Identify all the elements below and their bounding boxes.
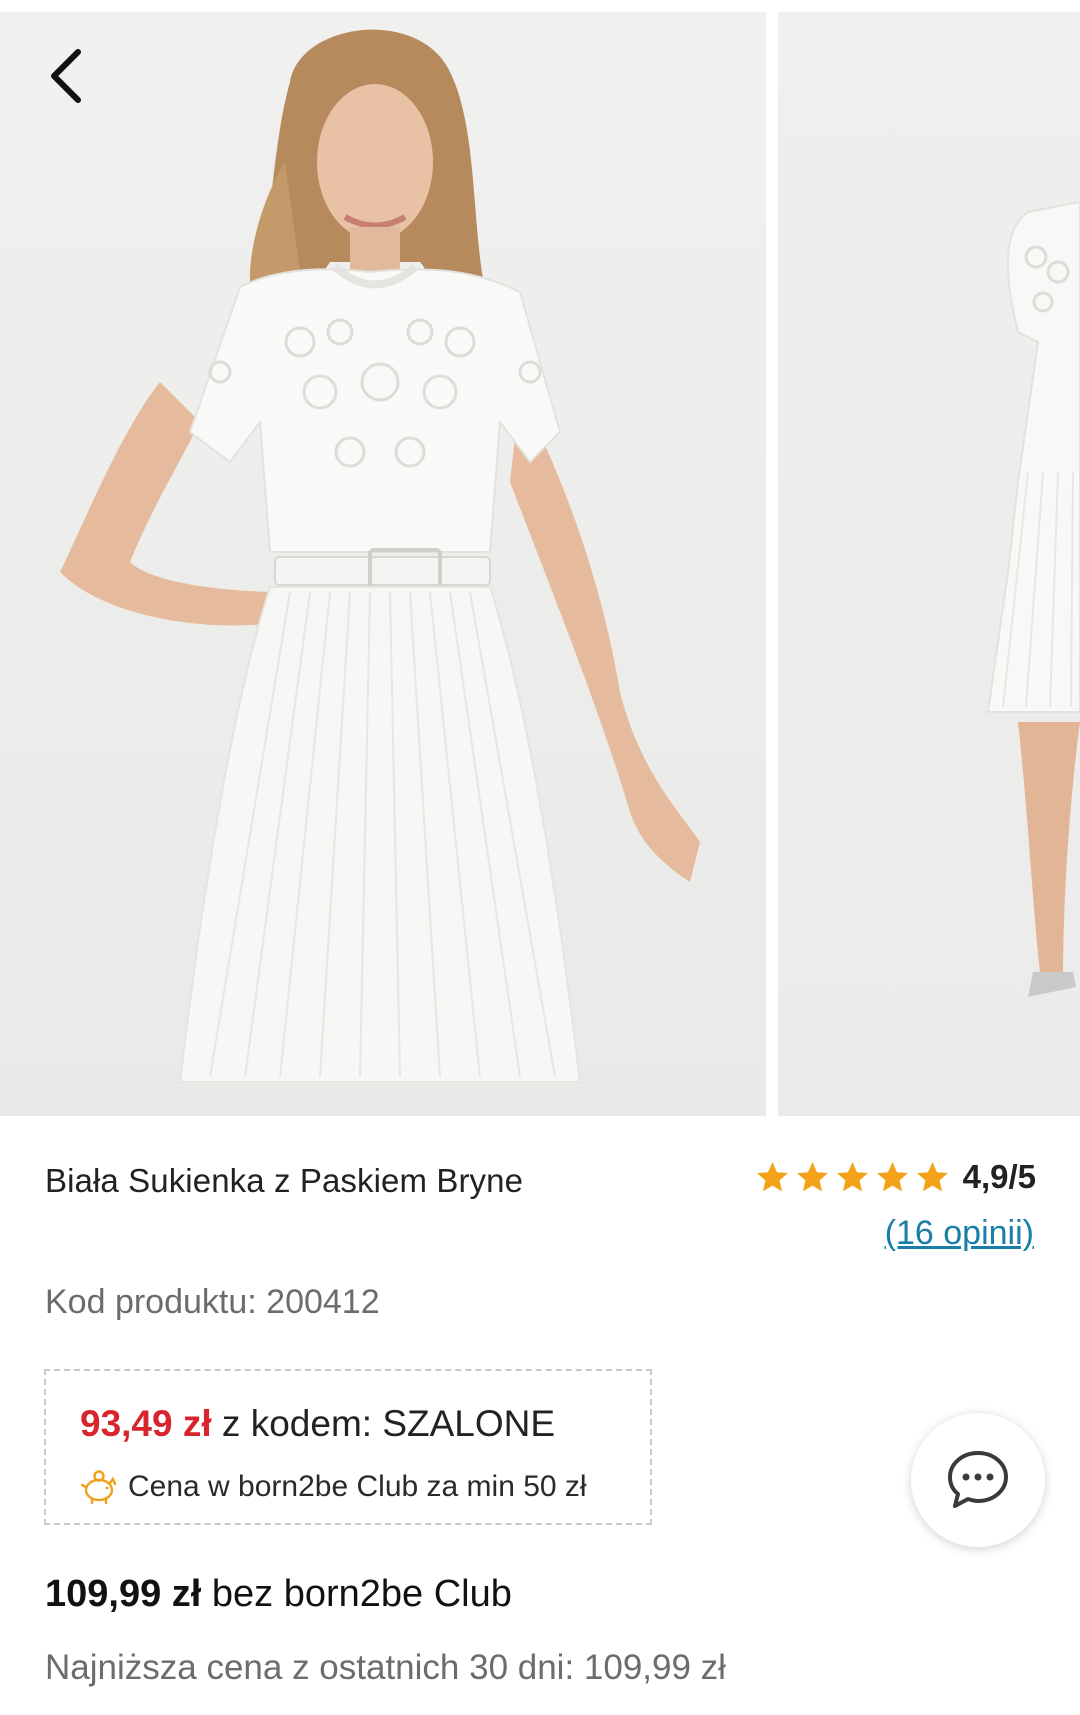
product-code: Kod produktu: 200412 bbox=[45, 1283, 380, 1322]
regular-price-suffix: bez born2be Club bbox=[201, 1573, 512, 1615]
chevron-left-icon bbox=[51, 49, 81, 103]
model-side-view-image bbox=[986, 200, 1080, 997]
star-icon bbox=[796, 1161, 828, 1191]
product-code-value: 200412 bbox=[266, 1283, 380, 1321]
back-button[interactable] bbox=[38, 44, 94, 108]
reviews-link[interactable]: (16 opinii) bbox=[885, 1214, 1034, 1253]
promo-price: 93,49 zł bbox=[80, 1403, 212, 1444]
piggy-bank-icon bbox=[80, 1470, 117, 1504]
rating-value: 4,9/5 bbox=[962, 1158, 1036, 1195]
chat-bubble-icon bbox=[948, 1451, 1008, 1508]
star-icon bbox=[876, 1161, 908, 1191]
star-icon bbox=[836, 1161, 868, 1191]
promo-code-box: 93,49 zł z kodem: SZALONE Cena w born2be… bbox=[44, 1369, 652, 1525]
product-code-label: Kod produktu: bbox=[45, 1283, 267, 1321]
product-title: Biała Sukienka z Paskiem Bryne bbox=[45, 1162, 524, 1199]
star-icon bbox=[756, 1161, 788, 1191]
star-icon bbox=[916, 1161, 948, 1191]
product-photo-main[interactable] bbox=[0, 12, 766, 1116]
promo-price-line: 93,49 zł z kodem: SZALONE bbox=[80, 1403, 555, 1445]
club-note-text: Cena w born2be Club za min 50 zł bbox=[128, 1470, 587, 1503]
chat-button[interactable] bbox=[911, 1413, 1045, 1547]
rating-stars bbox=[754, 1159, 951, 1196]
club-note: Cena w born2be Club za min 50 zł bbox=[80, 1470, 587, 1504]
lowest-price-30-days: Najniższa cena z ostatnich 30 dni: 109,9… bbox=[45, 1648, 726, 1687]
regular-price-amount: 109,99 zł bbox=[45, 1573, 202, 1615]
model-in-white-dress-image bbox=[60, 29, 700, 1083]
product-gallery[interactable] bbox=[0, 0, 1080, 1116]
promo-code-text: z kodem: SZALONE bbox=[211, 1403, 556, 1444]
regular-price: 109,99 zł bez born2be Club bbox=[45, 1573, 512, 1616]
product-photo-next[interactable] bbox=[778, 12, 1080, 1116]
product-rating: 4,9/5 bbox=[754, 1158, 1036, 1196]
